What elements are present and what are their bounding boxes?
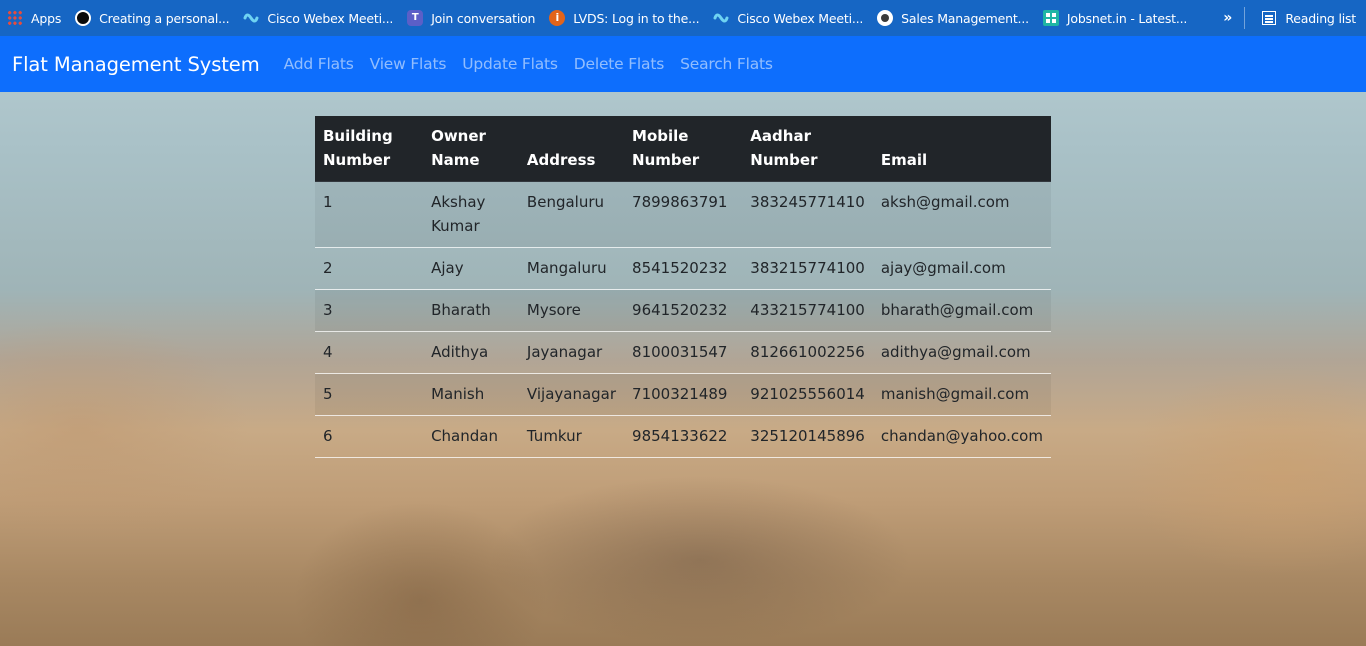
cell-address: Tumkur bbox=[518, 415, 625, 458]
nav-link-delete-flats[interactable]: Delete Flats bbox=[566, 55, 672, 73]
webex-icon bbox=[713, 10, 729, 26]
cell-mobile-number: 7899863791 bbox=[624, 181, 743, 248]
cell-building-number: 5 bbox=[315, 373, 424, 416]
cell-owner-name: Adithya bbox=[423, 331, 519, 374]
flats-table: Building Number Owner Name Address Mobil… bbox=[315, 116, 1051, 458]
bookmarks-overflow-button[interactable]: » bbox=[1211, 10, 1244, 26]
cell-address: Vijayanagar bbox=[518, 373, 625, 416]
cell-aadhar-number: 325120145896 bbox=[742, 415, 873, 458]
reading-list-button[interactable]: Reading list bbox=[1255, 5, 1366, 31]
table-row: 3 Bharath Mysore 9641520232 433215774100… bbox=[315, 289, 1051, 332]
divider bbox=[1244, 7, 1246, 29]
bookmark-label: Cisco Webex Meeti... bbox=[267, 10, 394, 26]
cell-mobile-number: 9641520232 bbox=[624, 289, 743, 332]
cell-mobile-number: 8541520232 bbox=[624, 247, 743, 290]
bookmark-label: Cisco Webex Meeti... bbox=[737, 10, 864, 26]
cell-building-number: 2 bbox=[315, 247, 424, 290]
reading-list-icon bbox=[1262, 11, 1277, 25]
column-header-building-number: Building Number bbox=[315, 116, 424, 182]
flats-table-container: Building Number Owner Name Address Mobil… bbox=[315, 116, 1051, 458]
github-icon bbox=[75, 10, 92, 26]
lvds-icon: i bbox=[549, 10, 566, 26]
cell-aadhar-number: 812661002256 bbox=[742, 331, 873, 374]
cell-address: Bengaluru bbox=[518, 181, 625, 248]
bookmark-webex-1[interactable]: Cisco Webex Meeti... bbox=[236, 5, 400, 31]
cell-mobile-number: 9854133622 bbox=[624, 415, 743, 458]
cell-building-number: 1 bbox=[315, 181, 424, 248]
cell-aadhar-number: 433215774100 bbox=[742, 289, 873, 332]
table-row: 4 Adithya Jayanagar 8100031547 812661002… bbox=[315, 331, 1051, 374]
cell-building-number: 3 bbox=[315, 289, 424, 332]
column-header-owner-name: Owner Name bbox=[423, 116, 519, 182]
cell-building-number: 4 bbox=[315, 331, 424, 374]
table-row: 2 Ajay Mangaluru 8541520232 383215774100… bbox=[315, 247, 1051, 290]
nav-link-update-flats[interactable]: Update Flats bbox=[454, 55, 566, 73]
bookmark-teams[interactable]: T Join conversation bbox=[400, 5, 542, 31]
cell-owner-name: Manish bbox=[423, 373, 519, 416]
bookmark-lvds[interactable]: i LVDS: Log in to the... bbox=[542, 5, 706, 31]
globe-icon bbox=[877, 10, 894, 26]
cell-aadhar-number: 383215774100 bbox=[742, 247, 873, 290]
bookmark-label: Sales Management... bbox=[901, 10, 1029, 26]
cell-email: bharath@gmail.com bbox=[872, 289, 1051, 332]
cell-owner-name: Bharath bbox=[423, 289, 519, 332]
bookmark-sales[interactable]: Sales Management... bbox=[870, 5, 1036, 31]
webex-icon bbox=[243, 10, 259, 26]
teams-icon: T bbox=[407, 10, 424, 26]
table-header-row: Building Number Owner Name Address Mobil… bbox=[315, 116, 1051, 182]
bookmark-jobsnet[interactable]: Jobsnet.in - Latest... bbox=[1036, 5, 1194, 31]
navbar: Flat Management System Add Flats View Fl… bbox=[0, 36, 1366, 92]
cell-email: manish@gmail.com bbox=[872, 373, 1051, 416]
cell-owner-name: Ajay bbox=[423, 247, 519, 290]
cell-building-number: 6 bbox=[315, 415, 424, 458]
nav-link-add-flats[interactable]: Add Flats bbox=[276, 55, 362, 73]
column-header-aadhar-number: Aadhar Number bbox=[742, 116, 873, 182]
cell-owner-name: Akshay Kumar bbox=[423, 181, 519, 248]
bookmark-label: Apps bbox=[31, 10, 62, 26]
cell-address: Mangaluru bbox=[518, 247, 625, 290]
bookmark-label: Join conversation bbox=[431, 10, 536, 26]
reading-list-label: Reading list bbox=[1285, 10, 1356, 26]
jobsnet-icon bbox=[1042, 10, 1059, 26]
cell-email: chandan@yahoo.com bbox=[872, 415, 1051, 458]
cell-mobile-number: 7100321489 bbox=[624, 373, 743, 416]
column-header-mobile-number: Mobile Number bbox=[624, 116, 743, 182]
table-row: 6 Chandan Tumkur 9854133622 325120145896… bbox=[315, 415, 1051, 458]
bookmark-apps[interactable]: Apps bbox=[0, 5, 68, 31]
bookmark-github[interactable]: Creating a personal... bbox=[68, 5, 236, 31]
cell-aadhar-number: 383245771410 bbox=[742, 181, 873, 248]
cell-address: Mysore bbox=[518, 289, 625, 332]
navbar-brand[interactable]: Flat Management System bbox=[12, 53, 260, 76]
column-header-email: Email bbox=[872, 116, 1051, 182]
bookmark-label: LVDS: Log in to the... bbox=[573, 10, 700, 26]
cell-mobile-number: 8100031547 bbox=[624, 331, 743, 374]
table-row: 5 Manish Vijayanagar 7100321489 92102555… bbox=[315, 373, 1051, 416]
table-row: 1 Akshay Kumar Bengaluru 7899863791 3832… bbox=[315, 181, 1051, 248]
cell-email: adithya@gmail.com bbox=[872, 331, 1051, 374]
cell-aadhar-number: 921025556014 bbox=[742, 373, 873, 416]
bookmarks-bar: Apps Creating a personal... Cisco Webex … bbox=[0, 0, 1366, 36]
nav-link-view-flats[interactable]: View Flats bbox=[362, 55, 455, 73]
cell-address: Jayanagar bbox=[518, 331, 625, 374]
bookmark-webex-2[interactable]: Cisco Webex Meeti... bbox=[706, 5, 870, 31]
cell-email: aksh@gmail.com bbox=[872, 181, 1051, 248]
cell-email: ajay@gmail.com bbox=[872, 247, 1051, 290]
nav-link-search-flats[interactable]: Search Flats bbox=[672, 55, 781, 73]
bookmark-label: Creating a personal... bbox=[99, 10, 230, 26]
apps-grid-icon bbox=[7, 10, 23, 26]
bookmark-label: Jobsnet.in - Latest... bbox=[1066, 10, 1188, 26]
column-header-address: Address bbox=[518, 116, 625, 182]
cell-owner-name: Chandan bbox=[423, 415, 519, 458]
